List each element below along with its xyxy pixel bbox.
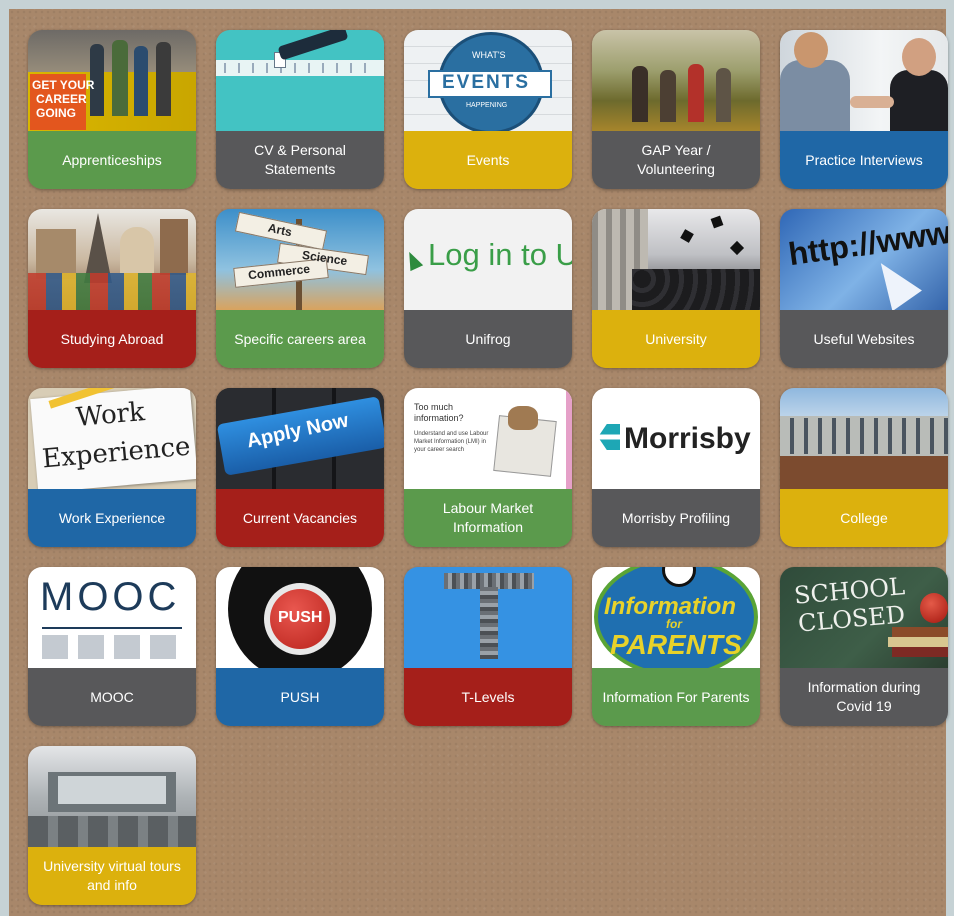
- top-bar: [0, 0, 954, 9]
- tile-label: PUSH: [216, 668, 384, 726]
- tile-specific-careers[interactable]: Arts Science Commerce Specific careers a…: [216, 209, 384, 368]
- tile-label: Work Experience: [28, 489, 196, 547]
- mooc-diagram: MOOC: [28, 567, 196, 668]
- corkboard: GET YOUR CAREER GOING Apprenticeships CV…: [9, 9, 948, 916]
- tile-information-parents[interactable]: Information for PARENTS Information For …: [592, 567, 760, 726]
- tile-mooc[interactable]: MOOC MOOC: [28, 567, 196, 726]
- tile-label: Useful Websites: [780, 310, 948, 368]
- morrisby-icon: [598, 424, 620, 450]
- image-text: http://www: [786, 213, 948, 273]
- apprentices-photo: GET YOUR CAREER GOING: [28, 30, 196, 131]
- handshake-photo: [780, 30, 948, 131]
- image-text: Log in to U: [428, 237, 572, 272]
- college-building-photo: [780, 388, 948, 489]
- image-text: Too much information?: [414, 402, 464, 423]
- work-experience-note: Work Experience: [28, 388, 196, 489]
- tile-label: Labour Market Information: [404, 489, 572, 547]
- tile-label: Events: [404, 131, 572, 189]
- hikers-photo: [592, 30, 760, 131]
- tile-label: CV & Personal Statements: [216, 131, 384, 189]
- events-badge: WHAT'S EVENTS HAPPENING: [404, 30, 572, 131]
- tile-label: T-Levels: [404, 668, 572, 726]
- tile-events[interactable]: WHAT'S EVENTS HAPPENING Events: [404, 30, 572, 189]
- tile-studying-abroad[interactable]: Studying Abroad: [28, 209, 196, 368]
- tile-labour-market[interactable]: Too much information? Understand and use…: [404, 388, 572, 547]
- morrisby-logo: Morrisby: [592, 388, 760, 489]
- tile-label: Apprenticeships: [28, 131, 196, 189]
- left-frame: [0, 0, 9, 916]
- tile-label: Current Vacancies: [216, 489, 384, 547]
- tile-practice-interviews[interactable]: Practice Interviews: [780, 30, 948, 189]
- tile-label: Morrisby Profiling: [592, 489, 760, 547]
- tile-current-vacancies[interactable]: Apply Now Current Vacancies: [216, 388, 384, 547]
- tile-label: Information during Covid 19: [780, 668, 948, 726]
- tile-cv-personal-statements[interactable]: CV & Personal Statements: [216, 30, 384, 189]
- image-text: MOOC: [40, 575, 181, 619]
- tile-work-experience[interactable]: Work Experience Work Experience: [28, 388, 196, 547]
- landmarks-collage: [28, 209, 196, 310]
- tile-college[interactable]: College: [780, 388, 948, 547]
- image-text: EVENTS: [442, 72, 531, 93]
- parents-logo: Information for PARENTS: [592, 567, 760, 668]
- signpost-photo: Arts Science Commerce: [216, 209, 384, 310]
- cv-form-photo: [216, 30, 384, 131]
- tile-morrisby[interactable]: Morrisby Morrisby Profiling: [592, 388, 760, 547]
- tile-apprenticeships[interactable]: GET YOUR CAREER GOING Apprenticeships: [28, 30, 196, 189]
- login-banner: Log in to U: [404, 209, 572, 310]
- url-cursor-photo: http://www: [780, 209, 948, 310]
- tile-useful-websites[interactable]: http://www Useful Websites: [780, 209, 948, 368]
- tile-label: University virtual tours and info: [28, 847, 196, 905]
- apply-now-key: Apply Now: [216, 388, 384, 489]
- tile-information-covid[interactable]: SCHOOL CLOSED Information during Covid 1…: [780, 567, 948, 726]
- tile-gap-year[interactable]: GAP Year / Volunteering: [592, 30, 760, 189]
- tile-university-virtual-tours[interactable]: University virtual tours and info: [28, 746, 196, 905]
- image-text: PUSH: [278, 609, 323, 626]
- tile-label: Specific careers area: [216, 310, 384, 368]
- lmi-dog-newspaper: Too much information? Understand and use…: [404, 388, 572, 489]
- arrow-cursor-icon: [404, 248, 424, 272]
- image-text: Morrisby: [624, 422, 751, 455]
- image-text: Work: [74, 397, 146, 433]
- tile-t-levels[interactable]: T-Levels: [404, 567, 572, 726]
- image-text: CAREER: [36, 92, 87, 106]
- tile-university[interactable]: University: [592, 209, 760, 368]
- tile-label: Practice Interviews: [780, 131, 948, 189]
- push-button: PUSH: [216, 567, 384, 668]
- image-text: HAPPENING: [466, 102, 508, 109]
- graduation-caps-photo: [592, 209, 760, 310]
- t-mosaic: [404, 567, 572, 668]
- tile-push[interactable]: PUSH PUSH: [216, 567, 384, 726]
- image-text: Understand and use Labour Market Informa…: [414, 431, 489, 453]
- image-text: PARENTS: [610, 629, 742, 660]
- tile-label: GAP Year / Volunteering: [592, 131, 760, 189]
- image-text: WHAT'S: [472, 50, 506, 60]
- tile-label: Studying Abroad: [28, 310, 196, 368]
- tile-label: College: [780, 489, 948, 547]
- image-text: GOING: [36, 106, 77, 120]
- chalkboard-apple: SCHOOL CLOSED: [780, 567, 948, 668]
- tile-unifrog[interactable]: Log in to U Unifrog: [404, 209, 572, 368]
- tile-label: MOOC: [28, 668, 196, 726]
- image-text: GET YOUR: [32, 78, 95, 92]
- tile-label: Information For Parents: [592, 668, 760, 726]
- tile-label: Unifrog: [404, 310, 572, 368]
- virtual-tour-room: [28, 746, 196, 847]
- tile-label: University: [592, 310, 760, 368]
